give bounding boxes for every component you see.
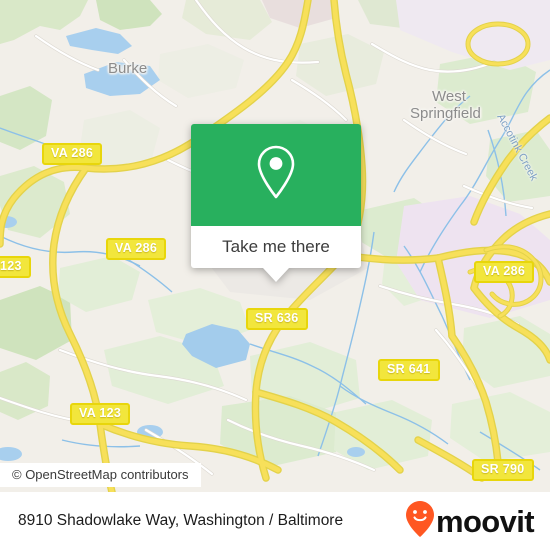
take-me-there-callout[interactable]: Take me there [191,124,361,282]
road-shield-sr-790[interactable]: SR 790 [472,459,534,481]
address-label: 8910 Shadowlake Way, Washington / Baltim… [18,512,344,529]
road-shield-va-286-east[interactable]: VA 286 [474,261,535,283]
map-pin-icon [253,143,299,208]
moovit-map-screenshot: Burke West Springfield Accotink Creek VA… [0,0,550,550]
footer-bar: 8910 Shadowlake Way, Washington / Baltim… [0,492,550,550]
road-shield-sr-641[interactable]: SR 641 [378,359,440,381]
callout-action-bar[interactable]: Take me there [191,226,361,268]
road-shield-va-286-midwest[interactable]: VA 286 [106,238,167,260]
callout-header [191,124,361,226]
moovit-pin-smiley-icon [405,500,435,543]
road-shield-sr-636[interactable]: SR 636 [246,308,308,330]
road-shield-va-286-west[interactable]: VA 286 [42,143,103,165]
callout-pointer-tail [263,268,289,282]
moovit-logo[interactable]: moovit [405,500,535,543]
osm-attribution[interactable]: © OpenStreetMap contributors [0,463,201,487]
road-shield-va-123[interactable]: VA 123 [70,403,131,425]
take-me-there-label: Take me there [222,237,330,256]
moovit-wordmark: moovit [435,503,535,539]
map-canvas[interactable]: Burke West Springfield Accotink Creek VA… [0,0,550,492]
road-shield-123-edge[interactable]: 123 [0,256,31,278]
